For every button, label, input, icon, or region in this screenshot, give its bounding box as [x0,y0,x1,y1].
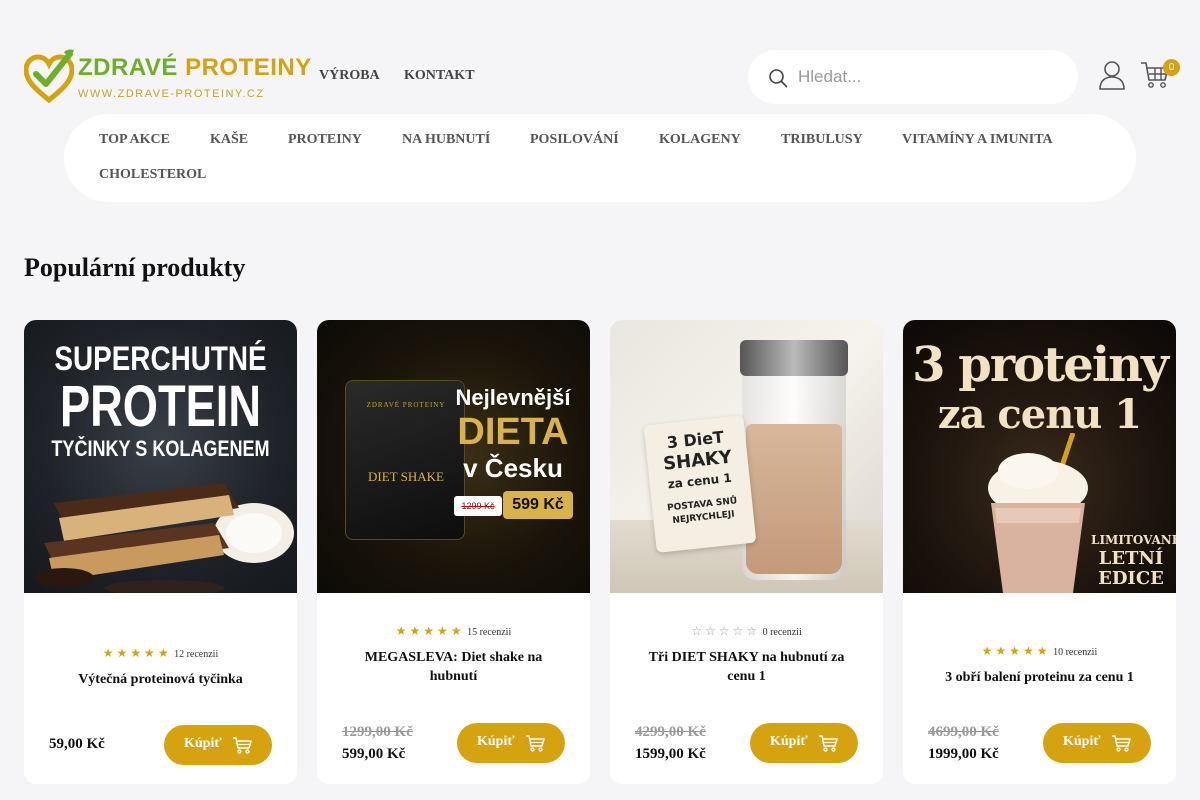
product-image[interactable]: 3 proteiny za cenu 1 LIMITOVANÉ LETNÍ ED… [903,320,1176,593]
image-text: Nejlevnější [455,385,571,410]
image-text: 3 proteiny [912,337,1169,393]
product-price: 599,00 Kč [342,746,406,762]
star-icon: ★★★★★ [102,646,172,660]
image-text: LIMITOVANÉ [1091,533,1176,547]
image-text: SUPERCHUTNÉ [54,340,267,378]
buy-button[interactable]: Kúpiť [457,723,565,763]
product-rating: ☆☆☆☆☆ 0 recenzii [610,624,883,638]
shaker-lid [740,340,848,376]
product-name[interactable]: MEGASLEVA: Diet shake na hubnutí [347,648,560,686]
image-old-price: 1299 Kč [454,496,502,516]
product-old-price: 1299,00 Kč [342,724,413,740]
product-rating: ★★★★★ 12 recenzii [24,646,297,660]
logo-text: ZDRAVÉ PROTEINY [78,54,312,81]
category-na-hubnuti[interactable]: NA HUBNUTÍ [402,132,490,148]
cart-icon [819,735,838,752]
category-cholesterol[interactable]: CHOLESTEROL [99,167,206,183]
product-image[interactable]: ZDRAVÉ PROTEINY DIET SHAKE Nejlevnější D… [317,320,590,593]
buy-button-label: Kúpiť [477,734,515,749]
image-text: DIETA [457,411,569,453]
image-text: LETNÍ [1098,548,1164,569]
star-icon: ☆☆☆☆☆ [691,624,761,638]
image-text: TYČINKY S KOLAGENEM [51,436,270,461]
search-bar [748,50,1078,104]
star-icon: ★★★★★ [981,644,1051,658]
header: ZDRAVÉ PROTEINY WWW.ZDRAVE-PROTEINY.CZ V… [0,0,1200,110]
product-rating: ★★★★★ 15 recenzii [317,624,590,638]
diet-shake-pouch: ZDRAVÉ PROTEINY DIET SHAKE [345,380,465,540]
pouch-brand-text: ZDRAVÉ PROTEINY [366,401,446,409]
review-count: 0 recenzii [762,627,802,638]
category-top-akce[interactable]: TOP AKCE [99,132,170,148]
product-rating: ★★★★★ 10 recenzii [903,644,1176,658]
buy-button-label: Kúpiť [770,734,808,749]
product-name[interactable]: Tři DIET SHAKY na hubnutí za cenu 1 [640,648,853,686]
image-text: v Česku [463,453,563,483]
image-text: EDICE [1098,568,1164,589]
buy-button-label: Kúpiť [1063,734,1101,749]
product-card[interactable]: 3 DieT SHAKY za cenu 1 POSTAVA SNŮ NEJRY… [610,320,883,784]
product-image[interactable]: SUPERCHUTNÉ PROTEIN TYČINKY S KOLAGENEM [24,320,297,593]
product-card[interactable]: SUPERCHUTNÉ PROTEIN TYČINKY S KOLAGENEM … [24,320,297,784]
product-price: 1599,00 Kč [635,746,706,762]
product-image[interactable]: 3 DieT SHAKY za cenu 1 POSTAVA SNŮ NEJRY… [610,320,883,593]
user-account-icon[interactable] [1098,60,1126,90]
shake-liquid [746,424,842,574]
shaker-bottle [740,340,848,580]
product-old-price: 4699,00 Kč [928,724,999,740]
note-card: 3 DieT SHAKY za cenu 1 POSTAVA SNŮ NEJRY… [643,415,757,553]
image-text: PROTEIN [59,374,262,439]
product-name[interactable]: 3 obří balení proteinu za cenu 1 [933,668,1146,687]
review-count: 15 recenzii [467,627,512,638]
cart-icon [233,737,252,754]
nav-link-vyroba[interactable]: VÝROBA [319,68,380,84]
cart-icon [1112,735,1131,752]
category-kase[interactable]: KAŠE [210,132,248,148]
logo[interactable]: ZDRAVÉ PROTEINY WWW.ZDRAVE-PROTEINY.CZ [24,48,311,106]
nav-link-kontakt[interactable]: KONTAKT [404,68,475,84]
protein-bar-illustration [34,483,294,593]
product-old-price: 4299,00 Kč [635,724,706,740]
product-price: 59,00 Kč [49,736,105,752]
cart-icon [526,735,545,752]
buy-button[interactable]: Kúpiť [164,725,272,765]
product-card[interactable]: 3 proteiny za cenu 1 LIMITOVANÉ LETNÍ ED… [903,320,1176,784]
search-input[interactable] [798,62,1058,92]
product-price: 1999,00 Kč [928,746,999,762]
logo-url: WWW.ZDRAVE-PROTEINY.CZ [78,88,265,100]
review-count: 12 recenzii [174,649,219,660]
category-vitaminy-a-imunita[interactable]: VITAMÍNY A IMUNITA [902,132,1053,148]
cart-count-badge: 0 [1163,59,1180,76]
category-kolageny[interactable]: KOLAGENY [659,132,741,148]
product-name[interactable]: Výtečná proteinová tyčinka [54,670,267,689]
buy-button-label: Kúpiť [184,736,222,751]
category-posilovani[interactable]: POSILOVÁNÍ [530,132,619,148]
heart-check-logo-icon [24,49,74,104]
product-card[interactable]: ZDRAVÉ PROTEINY DIET SHAKE Nejlevnější D… [317,320,590,784]
category-proteiny[interactable]: PROTEINY [288,132,362,148]
star-icon: ★★★★★ [395,624,465,638]
pouch-label-text: DIET SHAKE [368,469,444,484]
section-title: Populární produkty [24,253,246,282]
review-count: 10 recenzii [1053,647,1098,658]
image-text: za cenu 1 [937,391,1142,438]
buy-button[interactable]: Kúpiť [1043,723,1151,763]
search-icon[interactable] [768,68,788,88]
category-tribulusy[interactable]: TRIBULUSY [781,132,863,148]
buy-button[interactable]: Kúpiť [750,723,858,763]
image-new-price: 599 Kč [503,491,573,519]
category-menu: TOP AKCE KAŠE PROTEINY NA HUBNUTÍ POSILO… [64,114,1136,202]
